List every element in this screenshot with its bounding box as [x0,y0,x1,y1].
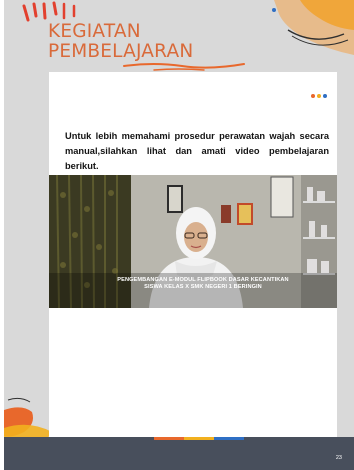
page-number: 23 [335,455,342,461]
instruction-text: Untuk lebih memahami prosedur perawatan … [65,131,329,171]
dots-decoration [311,94,327,98]
content-card: Untuk lebih memahami prosedur perawatan … [49,72,337,440]
blue-dot-icon [323,94,327,98]
page-title: KEGIATAN PEMBELAJARAN [48,22,193,62]
footer-stripe-yellow [184,437,214,440]
footer-stripe-blue [214,437,244,440]
video-player[interactable]: PENGEMBANGAN E-MODUL FLIPBOOK DASAR KECA… [49,175,337,308]
video-caption-line-1: PENGEMBANGAN E-MODUL FLIPBOOK DASAR KECA… [117,277,289,283]
footer-band [4,437,354,470]
video-caption-line-2: SISWA KELAS X SMK NEGERI 1 BERINGIN [144,284,262,290]
orange-dot-icon [311,94,315,98]
title-line-1: KEGIATAN [48,21,141,42]
title-line-2: PEMBELAJARAN [48,41,194,62]
yellow-dot-icon [317,94,321,98]
ebook-page: KEGIATAN PEMBELAJARAN Untuk lebih memaha… [4,0,354,470]
footer-stripe-orange [154,437,184,440]
video-caption: PENGEMBANGAN E-MODUL FLIPBOOK DASAR KECA… [73,277,333,291]
